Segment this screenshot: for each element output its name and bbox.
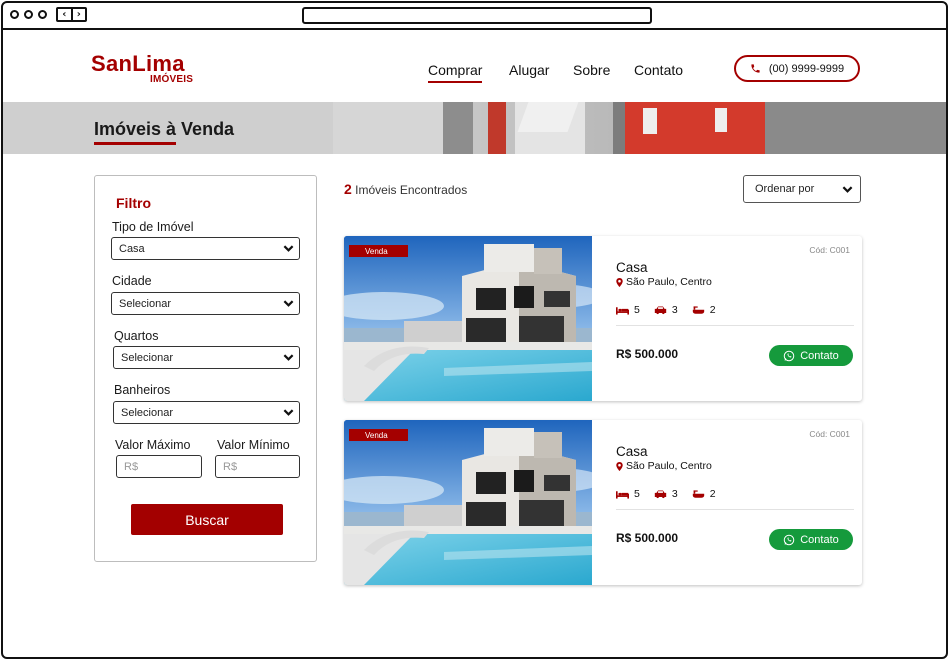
tipo-label: Tipo de Imóvel	[112, 220, 194, 234]
feature-beds: 5	[616, 304, 640, 316]
nav-comprar[interactable]: Comprar	[428, 62, 483, 83]
whatsapp-icon	[783, 350, 795, 361]
chevron-down-icon	[283, 354, 294, 361]
nav-contato[interactable]: Contato	[634, 62, 683, 78]
contato-label: Contato	[800, 533, 839, 546]
contato-button[interactable]: Contato	[769, 529, 853, 550]
feature-beds: 5	[616, 488, 640, 500]
property-photo[interactable]: Venda	[344, 420, 592, 585]
bed-icon	[616, 490, 629, 499]
page-title: Imóveis à Venda	[94, 119, 235, 139]
listing-location: São Paulo, Centro	[616, 460, 712, 472]
bed-icon	[616, 306, 629, 315]
valor-minimo-input[interactable]: R$	[215, 455, 300, 478]
location-pin-icon	[616, 461, 623, 471]
feature-cars: 3	[654, 304, 678, 316]
back-icon[interactable]: ‹	[58, 9, 73, 20]
listing-tag: Venda	[349, 245, 408, 257]
house-image	[344, 420, 592, 585]
title-underline	[94, 142, 176, 145]
feature-baths: 2	[692, 304, 716, 316]
quartos-select[interactable]: Selecionar	[113, 346, 300, 369]
results-count-number: 2	[344, 181, 352, 197]
listing-location: São Paulo, Centro	[616, 276, 712, 288]
feature-baths: 2	[692, 488, 716, 500]
contato-label: Contato	[800, 349, 839, 362]
phone-icon	[751, 64, 760, 73]
quartos-value: Selecionar	[121, 351, 173, 364]
valor-maximo-input[interactable]: R$	[116, 455, 202, 478]
hero-banner: Imóveis à Venda	[3, 102, 946, 154]
feature-baths-count: 2	[709, 304, 716, 316]
card-divider	[616, 509, 854, 510]
phone-number: (00) 9999-9999	[768, 62, 845, 75]
valor-minimo-label: Valor Mínimo	[217, 438, 290, 452]
listing-title[interactable]: Casa	[616, 444, 648, 459]
valor-maximo-label: Valor Máximo	[115, 438, 191, 452]
whatsapp-icon	[783, 534, 795, 545]
chevron-down-icon	[842, 186, 853, 193]
listing-code: Cód: C001	[809, 429, 850, 439]
listing-features: 5 3 2	[616, 488, 716, 500]
results-count-label: Imóveis Encontrados	[355, 183, 468, 197]
property-photo[interactable]: Venda	[344, 236, 592, 401]
chevron-down-icon	[283, 409, 294, 416]
feature-beds-count: 5	[634, 304, 640, 316]
filter-panel: Filtro Tipo de Imóvel Casa Cidade Seleci…	[94, 175, 317, 562]
house-image	[344, 236, 592, 401]
banheiros-select[interactable]: Selecionar	[113, 401, 300, 424]
feature-cars-count: 3	[671, 488, 678, 500]
location-pin-icon	[616, 277, 623, 287]
browser-window: ‹ › SanLima IMÓVEIS Comprar Alugar Sobre…	[1, 1, 948, 659]
card-divider	[616, 325, 854, 326]
chevron-down-icon	[283, 245, 294, 252]
feature-beds-count: 5	[634, 488, 640, 500]
search-button[interactable]: Buscar	[131, 504, 283, 535]
window-dot-icon[interactable]	[10, 10, 19, 19]
results-count: 2 Imóveis Encontrados	[344, 181, 467, 197]
logo-sub-text: IMÓVEIS	[150, 74, 194, 85]
tipo-value: Casa	[119, 242, 145, 255]
listing-card[interactable]: Venda Cód: C001 Casa São Paulo, Centro 5…	[344, 236, 862, 401]
browser-nav-buttons: ‹ ›	[56, 7, 87, 22]
listing-title[interactable]: Casa	[616, 260, 648, 275]
feature-baths-count: 2	[709, 488, 716, 500]
filter-title: Filtro	[116, 195, 151, 211]
window-dot-icon[interactable]	[38, 10, 47, 19]
tipo-select[interactable]: Casa	[111, 237, 300, 260]
listing-code: Cód: C001	[809, 245, 850, 255]
forward-icon[interactable]: ›	[73, 9, 86, 20]
order-label: Ordenar por	[755, 183, 815, 195]
listing-price: R$ 500.000	[616, 347, 679, 361]
banheiros-value: Selecionar	[121, 406, 173, 419]
feature-cars-count: 3	[671, 304, 678, 316]
bathtub-icon	[692, 305, 704, 314]
window-dot-icon[interactable]	[24, 10, 33, 19]
cidade-label: Cidade	[112, 274, 152, 288]
bathtub-icon	[692, 489, 704, 498]
address-bar[interactable]	[302, 7, 652, 24]
feature-cars: 3	[654, 488, 678, 500]
car-icon	[654, 489, 667, 498]
logo[interactable]: SanLima IMÓVEIS	[91, 51, 193, 86]
listing-price: R$ 500.000	[616, 531, 679, 545]
nav-alugar[interactable]: Alugar	[509, 62, 549, 78]
chevron-down-icon	[283, 300, 294, 307]
car-icon	[654, 305, 667, 314]
order-select[interactable]: Ordenar por	[743, 175, 861, 203]
listing-location-text: São Paulo, Centro	[626, 276, 712, 288]
logo-main-text: SanLima	[91, 51, 185, 76]
listing-features: 5 3 2	[616, 304, 716, 316]
banheiros-label: Banheiros	[114, 383, 171, 397]
listing-location-text: São Paulo, Centro	[626, 460, 712, 472]
browser-toolbar: ‹ ›	[3, 3, 946, 30]
cidade-select[interactable]: Selecionar	[111, 292, 300, 315]
cidade-value: Selecionar	[119, 297, 171, 310]
contato-button[interactable]: Contato	[769, 345, 853, 366]
nav-sobre[interactable]: Sobre	[573, 62, 610, 78]
listing-card[interactable]: Venda Cód: C001 Casa São Paulo, Centro 5…	[344, 420, 862, 585]
listing-tag: Venda	[349, 429, 408, 441]
quartos-label: Quartos	[114, 329, 159, 343]
phone-button[interactable]: (00) 9999-9999	[734, 55, 860, 82]
